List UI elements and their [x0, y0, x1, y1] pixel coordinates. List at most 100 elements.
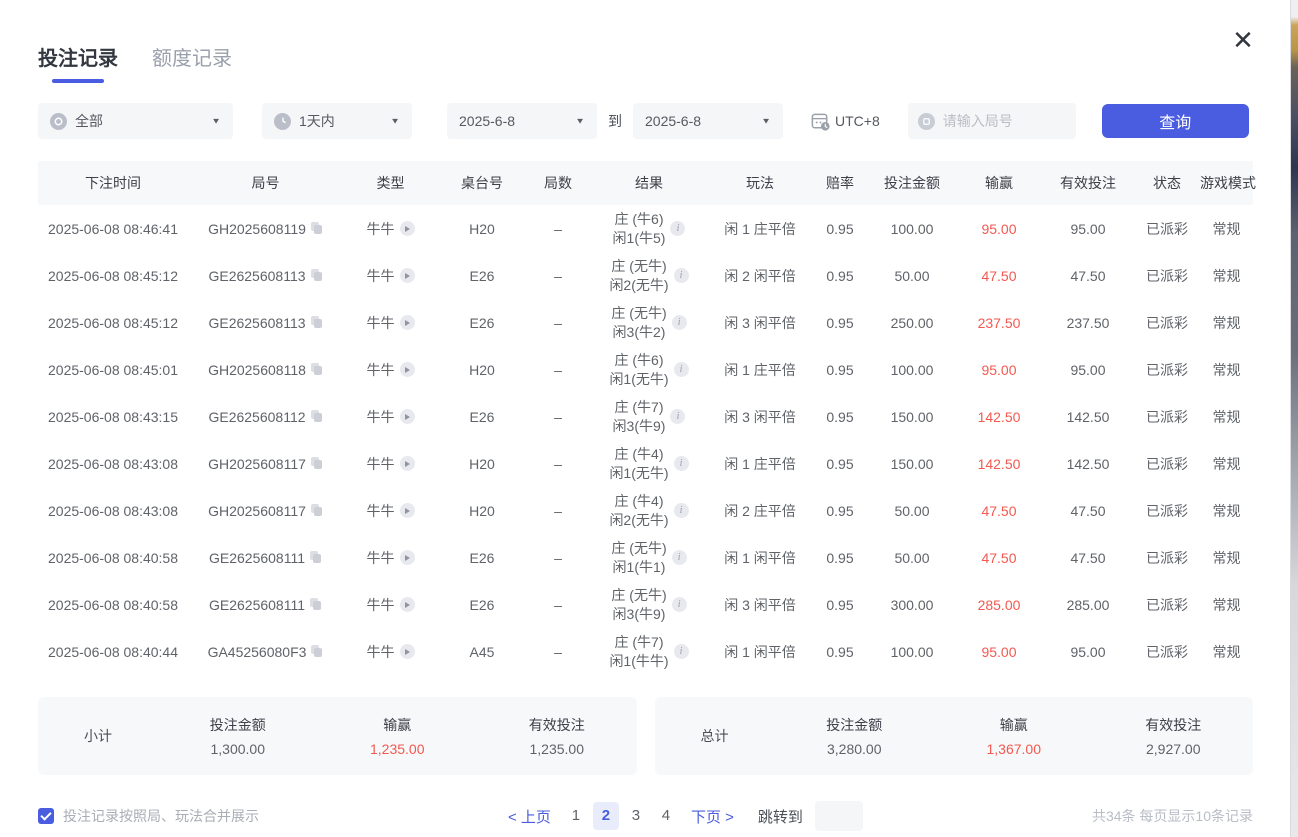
timezone-indicator[interactable]: UTC+8 [810, 111, 880, 132]
close-icon[interactable]: ✕ [1229, 26, 1257, 54]
game-mode-cell: 常规 [1200, 454, 1253, 474]
copy-icon[interactable] [311, 504, 323, 517]
info-icon[interactable]: i [672, 315, 687, 330]
page-number-2[interactable]: 2 [593, 802, 619, 830]
bet-type-select[interactable]: 全部 ▼ [38, 103, 233, 139]
info-icon[interactable]: i [674, 268, 689, 283]
copy-icon[interactable] [311, 457, 323, 470]
status-cell: 已派彩 [1134, 219, 1200, 239]
play-cell: 闲 3 闲平倍 [708, 407, 812, 427]
play-icon[interactable] [400, 597, 415, 612]
betting-records-modal: 投注记录 额度记录 ✕ 全部 ▼ 1天内 ▼ 2025-6-8 ▼ 到 2025… [0, 0, 1290, 837]
date-to-picker[interactable]: 2025-6-8 ▼ [633, 103, 783, 139]
play-icon[interactable] [400, 221, 415, 236]
copy-icon[interactable] [310, 551, 322, 564]
column-header: 局数 [526, 173, 590, 193]
column-header: 下注时间 [38, 173, 188, 193]
background-peek [1290, 0, 1298, 837]
time-range-select[interactable]: 1天内 ▼ [262, 103, 412, 139]
play-cell: 闲 2 庄平倍 [708, 501, 812, 521]
win-loss-cell: 47.50 [956, 268, 1042, 284]
clock-icon [274, 113, 291, 130]
play-icon[interactable] [400, 268, 415, 283]
odds-cell: 0.95 [812, 644, 868, 660]
play-icon[interactable] [400, 456, 415, 471]
merge-display-checkbox[interactable]: 投注记录按照局、玩法合并展示 [38, 806, 259, 826]
footer-bar: 投注记录按照局、玩法合并展示 < 上页 1234 下页 > 跳转到 共34条 每… [38, 801, 1253, 831]
total-win: 输赢 1,367.00 [934, 715, 1094, 757]
win-loss-cell: 95.00 [956, 644, 1042, 660]
info-icon[interactable]: i [672, 597, 687, 612]
result-cell: 庄 (牛7)闲1(牛牛)i [590, 633, 708, 671]
play-icon[interactable] [400, 644, 415, 659]
page-number-1[interactable]: 1 [563, 802, 589, 830]
column-header: 游戏模式 [1200, 173, 1256, 193]
table-row: 2025-06-08 08:40:58GE2625608111牛牛E26–庄 (… [38, 534, 1253, 581]
bet-time-cell: 2025-06-08 08:40:44 [38, 644, 188, 660]
bet-amount-cell: 50.00 [868, 550, 956, 566]
column-header: 类型 [343, 173, 438, 193]
copy-icon[interactable] [310, 598, 322, 611]
subtotal-valid: 有效投注 1,235.00 [477, 715, 637, 757]
page-number-4[interactable]: 4 [653, 802, 679, 830]
play-cell: 闲 3 闲平倍 [708, 595, 812, 615]
info-icon[interactable]: i [674, 362, 689, 377]
info-icon[interactable]: i [672, 550, 687, 565]
game-mode-cell: 常规 [1200, 219, 1253, 239]
game-mode-cell: 常规 [1200, 313, 1253, 333]
info-icon[interactable]: i [670, 221, 685, 236]
round-id-input[interactable]: 请输入局号 [908, 103, 1076, 139]
date-from-picker[interactable]: 2025-6-8 ▼ [447, 103, 597, 139]
tab-quota-records[interactable]: 额度记录 [152, 42, 232, 85]
page-number-3[interactable]: 3 [623, 802, 649, 830]
copy-icon[interactable] [311, 269, 323, 282]
copy-icon[interactable] [311, 222, 323, 235]
result-cell: 庄 (无牛)闲1(牛1)i [590, 539, 708, 577]
game-type-cell: 牛牛 [343, 642, 438, 662]
play-icon[interactable] [400, 550, 415, 565]
result-cell: 庄 (无牛)闲3(牛9)i [590, 586, 708, 624]
info-icon[interactable]: i [670, 409, 685, 424]
copy-icon[interactable] [311, 363, 323, 376]
copy-icon[interactable] [311, 410, 323, 423]
next-page-button[interactable]: 下页 > [691, 806, 734, 827]
game-type-cell: 牛牛 [343, 313, 438, 333]
copy-icon[interactable] [311, 645, 323, 658]
search-button[interactable]: 查询 [1102, 104, 1249, 138]
info-icon[interactable]: i [674, 456, 689, 471]
checkbox-checked-icon[interactable] [38, 808, 54, 824]
game-type-cell: 牛牛 [343, 266, 438, 286]
play-icon[interactable] [400, 409, 415, 424]
win-loss-cell: 142.50 [956, 409, 1042, 425]
bet-amount-cell: 50.00 [868, 268, 956, 284]
play-icon[interactable] [400, 503, 415, 518]
win-loss-cell: 95.00 [956, 362, 1042, 378]
game-mode-cell: 常规 [1200, 595, 1253, 615]
info-icon[interactable]: i [674, 644, 689, 659]
play-cell: 闲 3 闲平倍 [708, 313, 812, 333]
info-icon[interactable]: i [674, 503, 689, 518]
status-cell: 已派彩 [1134, 313, 1200, 333]
pagination: < 上页 1234 下页 > 跳转到 [508, 801, 863, 831]
jump-to-input[interactable] [815, 801, 863, 831]
table-row: 2025-06-08 08:45:12GE2625608113牛牛E26–庄 (… [38, 299, 1253, 346]
bet-time-cell: 2025-06-08 08:45:12 [38, 315, 188, 331]
table-no-cell: E26 [438, 550, 526, 566]
game-type-cell: 牛牛 [343, 407, 438, 427]
round-count-cell: – [526, 597, 590, 613]
table-body: 2025-06-08 08:46:41GH2025608119牛牛H20–庄 (… [38, 205, 1253, 675]
date-range-to-label: 到 [608, 111, 622, 131]
odds-cell: 0.95 [812, 268, 868, 284]
bet-amount-cell: 100.00 [868, 221, 956, 237]
game-mode-cell: 常规 [1200, 501, 1253, 521]
game-type-cell: 牛牛 [343, 501, 438, 521]
play-icon[interactable] [400, 315, 415, 330]
copy-icon[interactable] [311, 316, 323, 329]
status-cell: 已派彩 [1134, 360, 1200, 380]
tab-betting-records[interactable]: 投注记录 [38, 42, 118, 85]
prev-page-button[interactable]: < 上页 [508, 806, 551, 827]
play-icon[interactable] [400, 362, 415, 377]
round-count-cell: – [526, 221, 590, 237]
game-type-cell: 牛牛 [343, 454, 438, 474]
round-id-cell: GE2625608113 [188, 315, 343, 331]
